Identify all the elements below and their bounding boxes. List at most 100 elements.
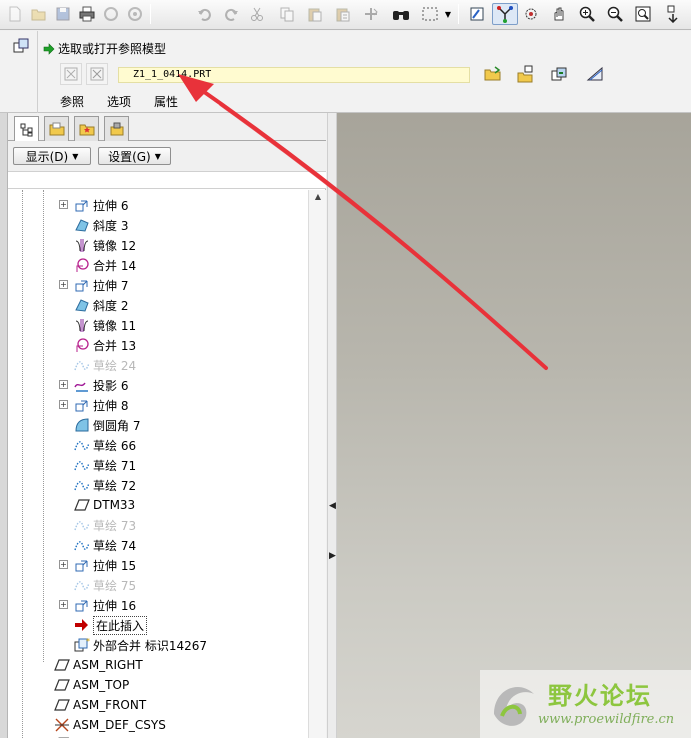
tree-item[interactable]: DTM33 (74, 495, 135, 515)
round-icon (74, 417, 90, 433)
merge-dashboard: 选取或打开参照模型 Z1_1_0414.PRT 参照 选项 属性 (0, 31, 691, 113)
favorites-folder-icon (79, 124, 94, 136)
tree-item[interactable]: 拉伸 6 (74, 195, 128, 215)
zoom-in-icon[interactable] (576, 3, 598, 25)
model-tree-icon (20, 123, 32, 136)
tab-references[interactable]: 参照 (60, 93, 84, 110)
tree-item[interactable]: 拉伸 8 (74, 395, 128, 415)
tree-item[interactable]: 镜像 12 (74, 235, 136, 255)
cut-icon[interactable] (246, 3, 268, 25)
surface-icon[interactable] (584, 63, 606, 85)
tree-item[interactable]: 拉伸 16 (74, 595, 136, 615)
tree-item-label: 倒圆角 7 (93, 418, 141, 433)
tree-item[interactable]: ASM_TOP (54, 675, 129, 695)
tree-item[interactable]: ASM_FRONT (54, 695, 146, 715)
tree-item[interactable]: 斜度 2 (74, 295, 128, 315)
close-ref-icon[interactable] (86, 63, 108, 85)
email-link-icon[interactable] (124, 3, 146, 25)
feature-insert-icon[interactable] (662, 3, 684, 25)
expand-toggle-icon[interactable]: + (59, 200, 68, 209)
extrude-icon (74, 277, 90, 293)
refit-icon[interactable] (632, 3, 654, 25)
placement-icon[interactable] (548, 63, 570, 85)
tree-item[interactable]: ASM_DEF_CSYS (54, 715, 166, 735)
tab-favorites[interactable] (74, 116, 99, 141)
csys-icon (54, 717, 70, 733)
repaint-icon[interactable] (466, 3, 488, 25)
model-tree-panel: 显示(D) ▼ 设置(G) ▼ + 拉伸 6 斜度 3 镜像 12 合并 14 + 拉伸 7… (8, 113, 326, 738)
insert-icon (74, 617, 90, 633)
panel-splitter[interactable]: ◀ ▶ (327, 113, 337, 738)
tree-item[interactable]: 拉伸 7 (74, 275, 128, 295)
pan-hand-icon[interactable] (548, 3, 570, 25)
tree-item[interactable]: 投影 6 (74, 375, 128, 395)
find-binoculars-icon[interactable] (390, 3, 412, 25)
tab-connections[interactable] (104, 116, 129, 141)
open-model-icon[interactable] (514, 63, 536, 85)
selection-box-icon[interactable] (416, 3, 444, 25)
expand-toggle-icon[interactable]: + (59, 600, 68, 609)
tab-model-tree[interactable] (14, 116, 39, 142)
tree-item-label: 草绘 75 (93, 578, 137, 593)
tree-item[interactable]: 合并 13 (74, 335, 136, 355)
tab-options[interactable]: 选项 (107, 93, 131, 110)
tree-item[interactable]: 草绘 73 (74, 515, 136, 535)
graphics-window[interactable] (337, 113, 691, 738)
settings-dropdown[interactable]: 设置(G) ▼ (98, 147, 171, 165)
undo-icon[interactable] (194, 3, 216, 25)
expand-right-icon[interactable]: ▶ (329, 551, 336, 561)
show-dropdown[interactable]: 显示(D) ▼ (13, 147, 91, 165)
tree-item[interactable]: 草绘 66 (74, 435, 136, 455)
tree-item[interactable]: 在此插入 (74, 615, 148, 635)
tree-item[interactable]: 草绘 75 (74, 575, 136, 595)
new-file-icon[interactable] (4, 3, 26, 25)
tree-item[interactable]: 草绘 24 (74, 355, 136, 375)
open-folder-icon[interactable] (28, 3, 50, 25)
paste-special-icon[interactable] (332, 3, 354, 25)
orient-mode-icon[interactable] (520, 3, 542, 25)
tree-item[interactable]: 合并 14 (74, 255, 136, 275)
datum-icon (74, 497, 90, 513)
expand-toggle-icon[interactable]: + (59, 400, 68, 409)
tree-item[interactable]: 拉伸 15 (74, 555, 136, 575)
collapse-left-icon[interactable]: ◀ (329, 501, 336, 511)
merge-feature-icon (12, 37, 30, 58)
tree-item[interactable]: 草绘 72 (74, 475, 136, 495)
tree-item[interactable]: * 外部合并 标识14267 (74, 635, 207, 655)
tab-properties[interactable]: 属性 (154, 93, 178, 110)
scroll-up-icon[interactable]: ▲ (309, 192, 327, 206)
model-tree: + 拉伸 6 斜度 3 镜像 12 合并 14 + 拉伸 7 斜度 2 镜像 11 合并 13 草绘… (8, 190, 308, 738)
tree-item-label: ASM_RIGHT (73, 658, 143, 672)
tree-item-label: 草绘 74 (93, 538, 137, 553)
tree-item[interactable]: 草绘 71 (74, 455, 136, 475)
tree-item[interactable]: 镜像 11 (74, 315, 136, 335)
print-icon[interactable] (76, 3, 98, 25)
sketch-icon (74, 457, 90, 473)
tab-folder-browser[interactable] (44, 116, 69, 141)
spin-center-icon[interactable] (492, 3, 518, 25)
tree-item-label: 斜度 2 (93, 298, 129, 313)
copy-icon[interactable] (276, 3, 298, 25)
paste-icon[interactable] (304, 3, 326, 25)
mirror-icon (74, 237, 90, 253)
zoom-out-icon[interactable] (604, 3, 626, 25)
redo-icon[interactable] (220, 3, 242, 25)
draft-icon (74, 217, 90, 233)
expand-toggle-icon[interactable]: + (59, 380, 68, 389)
email-icon[interactable] (100, 3, 122, 25)
tree-item[interactable]: 斜度 3 (74, 215, 128, 235)
expand-toggle-icon[interactable]: + (59, 280, 68, 289)
datum-toggle-icon[interactable] (60, 63, 82, 85)
regenerate-icon[interactable] (360, 3, 382, 25)
extrude-icon (74, 197, 90, 213)
expand-toggle-icon[interactable]: + (59, 560, 68, 569)
tree-item[interactable]: 草绘 74 (74, 535, 136, 555)
tree-scrollbar[interactable]: ▲ (308, 190, 326, 738)
reference-model-field[interactable]: Z1_1_0414.PRT (118, 67, 470, 83)
chevron-down-icon[interactable]: ▼ (442, 3, 454, 25)
save-icon[interactable] (52, 3, 74, 25)
tree-item[interactable]: ASM_RIGHT (54, 655, 143, 675)
open-folder-icon[interactable] (482, 63, 504, 85)
tree-item[interactable]: 倒圆角 7 (74, 415, 140, 435)
tree-filter-bar[interactable] (8, 171, 326, 189)
